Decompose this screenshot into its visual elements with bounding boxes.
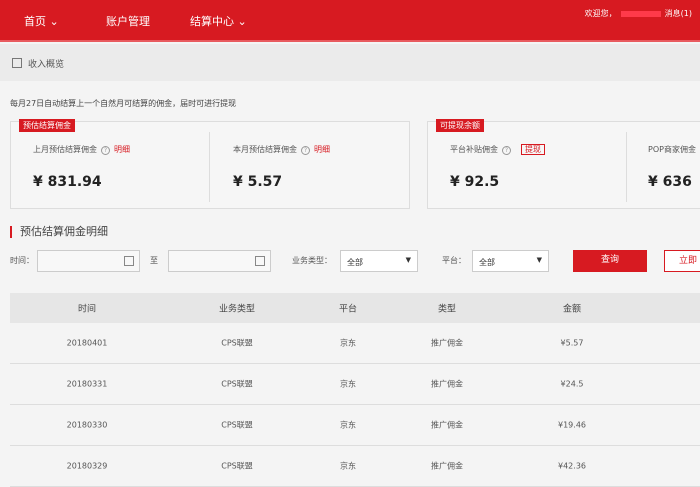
- last-month-amount: ¥ 831.94: [33, 174, 102, 190]
- help-icon[interactable]: ?: [301, 146, 310, 155]
- end-date-input[interactable]: [168, 250, 271, 272]
- dropdown-arrow-icon: ▼: [536, 256, 542, 264]
- query-button[interactable]: 查询: [573, 250, 647, 272]
- subsidy-label: 平台补贴佣金: [450, 145, 498, 154]
- last-month-detail-link[interactable]: 明细: [114, 145, 130, 154]
- nav-account-label: 账户管理: [106, 15, 150, 28]
- cell-platform: 京东: [340, 338, 356, 348]
- redacted-username: [620, 10, 661, 17]
- nav-home-label: 首页: [24, 15, 46, 28]
- pop-label: POP商家佣金: [648, 145, 696, 154]
- col-platform: 平台: [338, 304, 358, 315]
- cell-time: 20180401: [66, 338, 108, 348]
- cell-platform: 京东: [340, 420, 356, 430]
- cell-amount: ¥24.5: [560, 379, 584, 389]
- cell-amount: ¥19.46: [558, 420, 586, 430]
- chevron-down-icon: ⌄: [49, 15, 59, 28]
- cell-type: 推广佣金: [431, 420, 463, 430]
- last-month-cell: 上月预估结算佣金? 明细 ¥ 831.94: [11, 122, 211, 210]
- cell-biz-type: CPS联盟: [221, 379, 253, 389]
- cell-time: 20180330: [66, 420, 108, 430]
- this-month-amount: ¥ 5.57: [233, 174, 283, 190]
- col-biz-type: 业务类型: [218, 304, 256, 315]
- calendar-icon[interactable]: [255, 256, 265, 266]
- breadcrumb: 收入概览: [0, 44, 700, 81]
- user-icon: [12, 58, 22, 68]
- nav-account[interactable]: 账户管理: [106, 13, 150, 29]
- to-label: 至: [150, 256, 158, 265]
- col-amount: 金额: [562, 304, 582, 315]
- this-month-detail-link[interactable]: 明细: [314, 145, 330, 154]
- cell-amount: ¥5.57: [560, 338, 584, 348]
- calendar-icon[interactable]: [124, 256, 134, 266]
- divider: [209, 132, 210, 202]
- breadcrumb-label: 收入概览: [28, 60, 65, 70]
- this-month-label: 本月预估结算佣金: [233, 145, 297, 154]
- messages-link[interactable]: 消息(1): [665, 9, 692, 18]
- dropdown-arrow-icon: ▼: [405, 256, 411, 264]
- nav-home[interactable]: 首页 ⌄: [24, 13, 59, 29]
- biz-type-label: 业务类型：: [292, 256, 332, 265]
- nav-settlement-label: 结算中心: [190, 15, 234, 28]
- col-time: 时间: [77, 304, 97, 315]
- help-icon[interactable]: ?: [101, 146, 110, 155]
- cell-type: 推广佣金: [431, 338, 463, 348]
- col-type: 类型: [437, 304, 457, 315]
- cell-biz-type: CPS联盟: [221, 420, 253, 430]
- cell-type: 推广佣金: [431, 379, 463, 389]
- withdraw-button[interactable]: 提现: [521, 144, 545, 155]
- help-icon[interactable]: ?: [502, 146, 511, 155]
- subsidy-amount: ¥ 92.5: [450, 174, 500, 190]
- table-row: 20180331 CPS联盟 京东 推广佣金 ¥24.5: [10, 364, 700, 405]
- time-label: 时间：: [10, 256, 34, 265]
- cell-platform: 京东: [340, 379, 356, 389]
- table-row: 20180329 CPS联盟 京东 推广佣金 ¥42.36: [10, 446, 700, 487]
- estimate-card: 预估结算佣金 上月预估结算佣金? 明细 ¥ 831.94 本月预估结算佣金? 明细 …: [10, 119, 411, 210]
- this-month-cell: 本月预估结算佣金? 明细 ¥ 5.57: [211, 122, 411, 210]
- section-title: 预估结算佣金明细: [10, 226, 108, 238]
- chevron-down-icon: ⌄: [237, 15, 247, 28]
- nav-settlement[interactable]: 结算中心 ⌄: [190, 13, 247, 29]
- export-button[interactable]: 立即: [664, 250, 700, 272]
- top-nav-bar: 首页 ⌄ 账户管理 结算中心 ⌄ 欢迎您， 消息(1): [0, 0, 700, 42]
- biz-type-select[interactable]: 全部 ▼: [340, 250, 418, 272]
- cell-time: 20180329: [66, 461, 108, 471]
- platform-label: 平台：: [442, 256, 466, 265]
- cell-amount: ¥42.36: [558, 461, 586, 471]
- commission-table: 时间 业务类型 平台 类型 金额 20180401 CPS联盟 京东 推广佣金 ¥5.5…: [10, 293, 700, 487]
- notice-text: 每月27日自动结算上一个自然月可结算的佣金，届时可进行提现: [10, 99, 237, 108]
- biz-type-value: 全部: [347, 258, 363, 267]
- cell-time: 20180331: [66, 379, 108, 389]
- last-month-label: 上月预估结算佣金: [33, 145, 97, 154]
- welcome-area: 欢迎您， 消息(1): [585, 8, 692, 19]
- platform-select[interactable]: 全部 ▼: [472, 250, 549, 272]
- pop-cell: POP商家佣金 ¥ 636: [626, 122, 700, 210]
- pop-amount: ¥ 636: [648, 174, 692, 190]
- table-row: 20180330 CPS联盟 京东 推广佣金 ¥19.46: [10, 405, 700, 446]
- welcome-text: 欢迎您，: [584, 9, 617, 18]
- withdraw-card: 可提现余额 平台补贴佣金? 提现 ¥ 92.5 POP商家佣金 ¥ 636: [427, 119, 700, 210]
- subsidy-cell: 平台补贴佣金? 提现 ¥ 92.5: [428, 122, 628, 210]
- start-date-input[interactable]: [37, 250, 140, 272]
- table-header: 时间 业务类型 平台 类型 金额: [10, 293, 700, 323]
- cell-biz-type: CPS联盟: [221, 338, 253, 348]
- table-row: 20180401 CPS联盟 京东 推广佣金 ¥5.57: [10, 323, 700, 364]
- platform-value: 全部: [479, 258, 495, 267]
